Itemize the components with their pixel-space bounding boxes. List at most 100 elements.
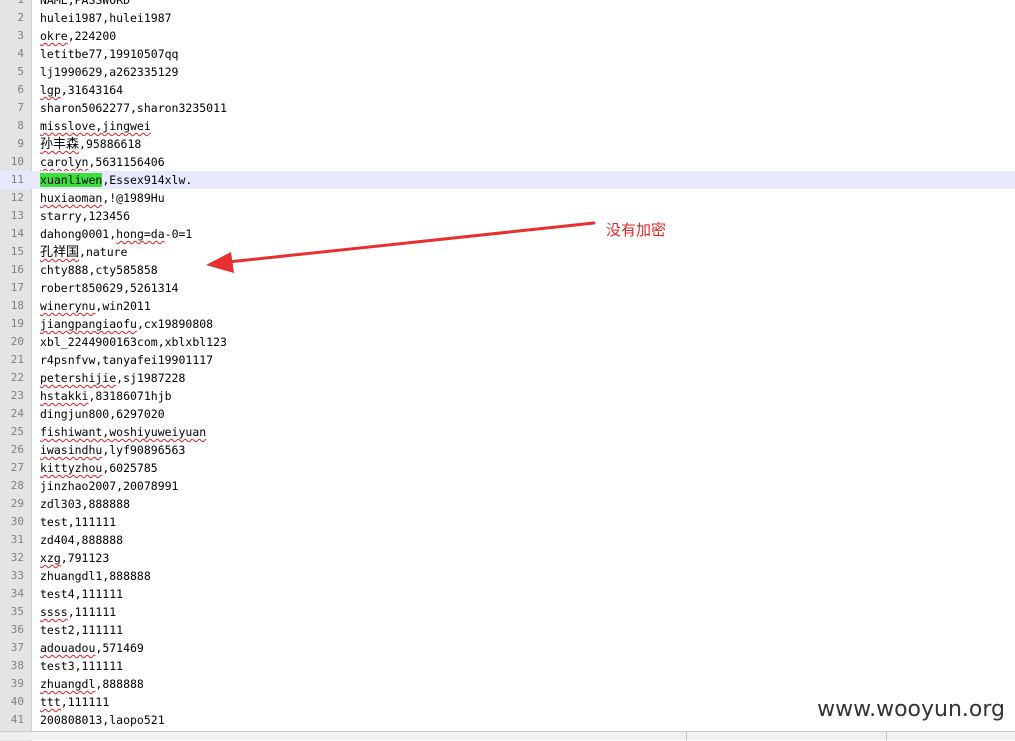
spellcheck-underline: hong=da [116, 227, 165, 241]
editor-line[interactable]: 3 okre,224200 [0, 27, 1015, 45]
line-text: fishiwant,woshiyuweiyuan [40, 423, 206, 441]
line-number: 31 [10, 533, 24, 546]
spellcheck-underline: zhuangdl [40, 677, 96, 691]
line-text: robert850629,5261314 [40, 281, 179, 295]
editor-line[interactable]: 14 dahong0001,hong=da-0=1 [0, 225, 1015, 243]
editor-line[interactable]: 37 adouadou,571469 [0, 639, 1015, 657]
line-number: 30 [10, 515, 24, 528]
line-number: 20 [10, 335, 24, 348]
editor-line[interactable]: 35 ssss,111111 [0, 603, 1015, 621]
line-text: test4,111111 [40, 587, 124, 601]
line-number: 4 [17, 47, 24, 60]
line-number: 39 [10, 677, 24, 690]
editor-line[interactable]: 25 fishiwant,woshiyuweiyuan [0, 423, 1015, 441]
editor-line[interactable]: 39 zhuangdl,888888 [0, 675, 1015, 693]
editor-line[interactable]: 6 lgp,31643164 [0, 81, 1015, 99]
line-text: hulei1987,hulei1987 [40, 11, 172, 25]
editor-line[interactable]: 12 huxiaoman,!@1989Hu [0, 189, 1015, 207]
text-editor[interactable]: 1 NAME,PASSWORD 2 hulei1987,hulei1987 3 okre,… [0, 0, 1015, 741]
editor-line[interactable]: 26 iwasindhu,lyf90896563 [0, 441, 1015, 459]
editor-line[interactable]: 38 test3,111111 [0, 657, 1015, 675]
editor-line[interactable]: 4 letitbe77,19910507qq [0, 45, 1015, 63]
line-text: jiangpangiaofu,cx19890808 [40, 317, 214, 331]
editor-line[interactable]: 15 孔祥国,nature [0, 243, 1015, 261]
line-number: 23 [10, 389, 24, 402]
line-text: zd404,888888 [40, 533, 124, 547]
editor-line[interactable]: 32 xzg,791123 [0, 549, 1015, 567]
editor-line[interactable]: 8 misslove,jingwei [0, 117, 1015, 135]
line-number: 18 [10, 299, 24, 312]
editor-line[interactable]: 21 r4psnfvw,tanyafei19901117 [0, 351, 1015, 369]
line-number: 3 [17, 29, 24, 42]
spellcheck-underline: misslove,jingwei [40, 119, 151, 133]
spellcheck-underline: huxiaoman [40, 191, 103, 205]
line-number: 41 [10, 713, 24, 726]
editor-line[interactable]: 23 hstakki,83186071hjb [0, 387, 1015, 405]
line-text: lj1990629,a262335129 [40, 65, 179, 79]
spellcheck-underline: winerynu [40, 299, 96, 313]
spellcheck-underline: kittyzhou [40, 461, 103, 475]
line-number: 8 [17, 119, 24, 132]
spellcheck-underline: ssss [40, 605, 68, 619]
editor-line[interactable]: 27 kittyzhou,6025785 [0, 459, 1015, 477]
spellcheck-underline: 孙丰森 [40, 137, 80, 152]
line-number: 36 [10, 623, 24, 636]
spellcheck-underline: xzg [40, 551, 61, 565]
editor-line[interactable]: 5 lj1990629,a262335129 [0, 63, 1015, 81]
spellcheck-underline: 孔祥国 [40, 245, 80, 260]
line-text: okre,224200 [40, 29, 117, 43]
spellcheck-underline: ttt [40, 695, 61, 709]
editor-line[interactable]: 28 jinzhao2007,20078991 [0, 477, 1015, 495]
line-text: iwasindhu,lyf90896563 [40, 443, 186, 457]
line-number: 33 [10, 569, 24, 582]
line-number: 32 [10, 551, 24, 564]
editor-line[interactable]: 11 xuanliwen,Essex914xlw. [0, 171, 1015, 189]
spellcheck-underline: petershijie [40, 371, 117, 385]
editor-line[interactable]: 31 zd404,888888 [0, 531, 1015, 549]
editor-line[interactable]: 22 petershijie,sj1987228 [0, 369, 1015, 387]
editor-line[interactable]: 30 test,111111 [0, 513, 1015, 531]
line-number: 13 [10, 209, 24, 222]
editor-line[interactable]: 17 robert850629,5261314 [0, 279, 1015, 297]
editor-line[interactable]: 33 zhuangdl1,888888 [0, 567, 1015, 585]
spellcheck-underline: iwasindhu [40, 443, 103, 457]
editor-line[interactable]: 24 dingjun800,6297020 [0, 405, 1015, 423]
editor-line[interactable]: 2 hulei1987,hulei1987 [0, 9, 1015, 27]
editor-line[interactable]: 10 carolyn,5631156406 [0, 153, 1015, 171]
line-text: misslove,jingwei [40, 117, 151, 135]
editor-line[interactable]: 9 孙丰森,95886618 [0, 135, 1015, 153]
editor-line[interactable]: 16 chty888,cty585858 [0, 261, 1015, 279]
line-text: NAME,PASSWORD [40, 0, 131, 7]
line-text: petershijie,sj1987228 [40, 371, 186, 385]
line-number: 10 [10, 155, 24, 168]
line-text: hstakki,83186071hjb [40, 389, 172, 403]
spellcheck-underline: jiangpangiaofu [40, 317, 137, 331]
line-text: xzg,791123 [40, 551, 110, 565]
line-number: 27 [10, 461, 24, 474]
line-number: 2 [17, 11, 24, 24]
line-number: 1 [0, 0, 24, 9]
line-text: zdl303,888888 [40, 497, 131, 511]
editor-line[interactable]: 18 winerynu,win2011 [0, 297, 1015, 315]
spellcheck-underline: okre [40, 29, 68, 43]
editor-line[interactable]: 20 xbl_2244900163com,xblxbl123 [0, 333, 1015, 351]
line-number: 29 [10, 497, 24, 510]
spellcheck-underline: lgp [40, 83, 61, 97]
editor-line[interactable]: 29 zdl303,888888 [0, 495, 1015, 513]
line-text: 孔祥国,nature [40, 245, 128, 260]
line-text: ssss,111111 [40, 605, 117, 619]
spellcheck-underline: hstakki [40, 389, 89, 403]
line-text: winerynu,win2011 [40, 299, 151, 313]
line-number: 28 [10, 479, 24, 492]
editor-line[interactable]: 19 jiangpangiaofu,cx19890808 [0, 315, 1015, 333]
editor-line[interactable]: 34 test4,111111 [0, 585, 1015, 603]
line-number: 21 [10, 353, 24, 366]
editor-line[interactable]: 1 NAME,PASSWORD [0, 0, 1015, 9]
editor-line[interactable]: 13 starry,123456 [0, 207, 1015, 225]
line-text: jinzhao2007,20078991 [40, 479, 179, 493]
line-text: dahong0001,hong=da-0=1 [40, 227, 193, 241]
editor-line[interactable]: 7 sharon5062277,sharon3235011 [0, 99, 1015, 117]
line-text: xbl_2244900163com,xblxbl123 [40, 335, 227, 349]
editor-line[interactable]: 36 test2,111111 [0, 621, 1015, 639]
line-number: 34 [10, 587, 24, 600]
